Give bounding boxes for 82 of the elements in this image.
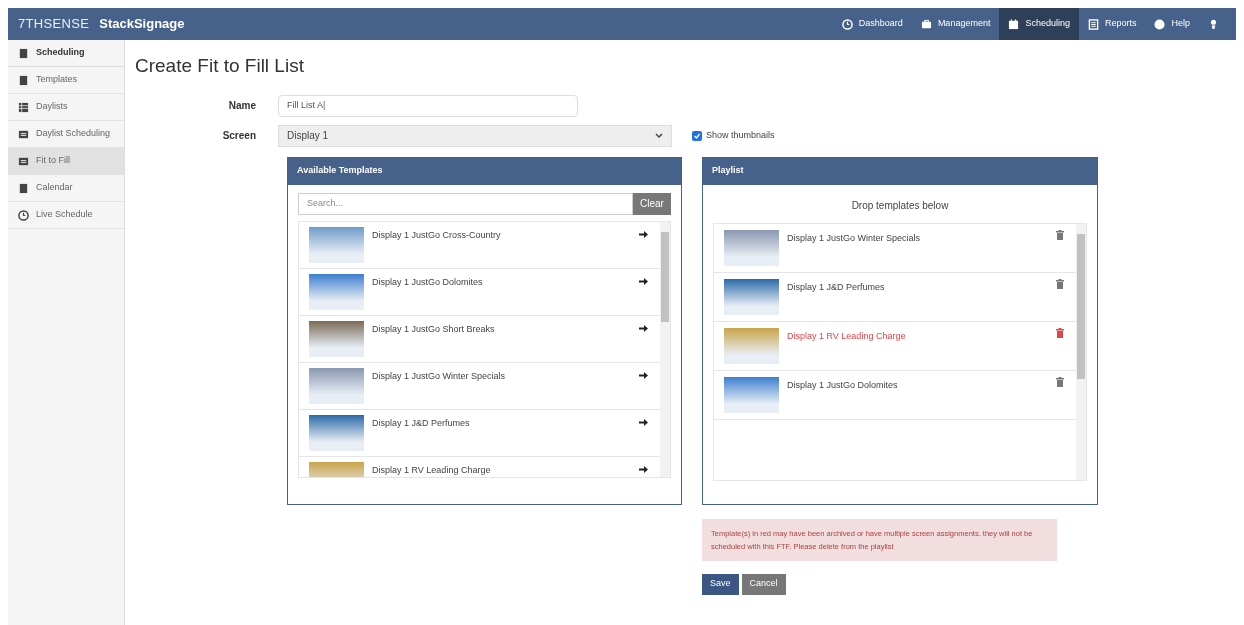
sidebar-item[interactable]: Templates	[8, 67, 124, 94]
list-icon	[18, 101, 29, 113]
arrow-right-icon[interactable]	[639, 371, 648, 379]
sidebar-heading: Scheduling	[8, 40, 124, 67]
screen-select[interactable]: Display 1	[278, 124, 672, 147]
template-name: Display 1 J&D Perfumes	[787, 280, 886, 294]
clock-icon	[841, 18, 853, 30]
template-name: Display 1 JustGo Dolomites	[372, 275, 484, 289]
thumbnail-photo	[309, 320, 364, 357]
calendar-icon	[1008, 18, 1020, 30]
playlist-item[interactable]: Display 1 JustGo Dolomites	[714, 370, 1076, 420]
checkbox[interactable]	[692, 130, 702, 141]
template-item[interactable]: Display 1 JustGo Winter Specials	[299, 362, 660, 410]
thumbnail-photo	[724, 376, 779, 413]
nav-item[interactable]: Help	[1145, 8, 1199, 40]
template-item[interactable]: Display 1 JustGo Cross-Country	[299, 221, 660, 269]
panel-title: Available Templates	[288, 157, 681, 185]
template-name: Display 1 JustGo Winter Specials	[787, 231, 922, 245]
product-name: StackSignage	[99, 15, 185, 34]
clock-icon	[18, 209, 29, 221]
template-name: Display 1 JustGo Dolomites	[787, 378, 899, 392]
arrow-right-icon[interactable]	[639, 277, 648, 285]
nav-item[interactable]: Scheduling	[999, 8, 1079, 40]
cancel-button[interactable]: Cancel	[741, 573, 786, 595]
trash-icon[interactable]	[1056, 229, 1064, 240]
arrow-right-icon[interactable]	[639, 418, 648, 426]
playlist-item[interactable]: Display 1 RV Leading Charge	[714, 321, 1076, 371]
template-name: Display 1 JustGo Cross-Country	[372, 228, 502, 242]
playlist-item[interactable]: Display 1 J&D Perfumes	[714, 272, 1076, 322]
drop-hint: Drop templates below	[850, 198, 950, 213]
person-icon	[1208, 18, 1219, 30]
report-icon	[1087, 18, 1099, 30]
scrollbar[interactable]	[1076, 223, 1086, 480]
nav-item[interactable]: Management	[911, 8, 1000, 40]
nav-item[interactable]: Reports	[1078, 8, 1146, 40]
template-item[interactable]: Display 1 RV Leading Charge	[299, 456, 660, 477]
thumbnail-photo	[309, 226, 364, 263]
template-name: Display 1 RV Leading Charge	[787, 329, 907, 343]
template-name: Display 1 JustGo Winter Specials	[372, 369, 507, 383]
thumbnail-photo	[309, 414, 364, 451]
help-icon	[1154, 18, 1166, 30]
panel-title: Playlist	[703, 157, 1097, 185]
book-icon	[18, 182, 29, 194]
thumbnail-photo	[724, 327, 779, 364]
sidebar-item[interactable]: Daylists	[8, 94, 124, 121]
playlist-item[interactable]: Display 1 JustGo Winter Specials	[714, 223, 1076, 273]
arrow-right-icon[interactable]	[639, 230, 648, 238]
thumbnail-photo	[309, 367, 364, 404]
briefcase-icon	[920, 18, 932, 30]
thumbnail-photo	[724, 278, 779, 315]
template-item[interactable]: Display 1 JustGo Short Breaks	[299, 315, 660, 363]
clear-button[interactable]: Clear	[633, 192, 671, 215]
sidebar-item[interactable]: Fit to Fill	[8, 148, 124, 175]
arrow-right-icon[interactable]	[639, 324, 648, 332]
thumbnail-photo	[309, 273, 364, 310]
sidebar-item[interactable]: Live Schedule	[8, 202, 124, 229]
trash-icon[interactable]	[1056, 278, 1064, 289]
list-icon	[18, 155, 29, 167]
nav-item[interactable]: Dashboard	[832, 8, 912, 40]
list-icon	[18, 128, 29, 140]
name-input[interactable]: Fill List A|	[278, 94, 578, 117]
page-title: Create Fit to Fill List	[135, 54, 305, 78]
screen-label: Screen	[221, 129, 257, 143]
trash-icon[interactable]	[1056, 327, 1064, 338]
name-label: Name	[227, 99, 257, 113]
template-name: Display 1 J&D Perfumes	[372, 416, 471, 430]
save-button[interactable]: Save	[702, 573, 739, 595]
arrow-right-icon[interactable]	[639, 465, 648, 473]
template-name: Display 1 JustGo Short Breaks	[372, 322, 496, 336]
book-icon	[18, 74, 29, 86]
brand-logo: 7THSENSE	[18, 15, 90, 34]
template-item[interactable]: Display 1 JustGo Dolomites	[299, 268, 660, 316]
template-name: Display 1 RV Leading Charge	[372, 463, 492, 477]
chevron-icon	[655, 132, 663, 139]
thumbnail-photo	[724, 229, 779, 266]
sidebar-item[interactable]: Calendar	[8, 175, 124, 202]
book-icon	[18, 47, 29, 59]
search-field[interactable]: Search...	[298, 192, 633, 215]
checkbox-label: Show thumbnails	[706, 128, 775, 142]
scrollbar[interactable]	[660, 221, 670, 477]
template-item[interactable]: Display 1 J&D Perfumes	[299, 409, 660, 457]
trash-icon[interactable]	[1056, 376, 1064, 387]
